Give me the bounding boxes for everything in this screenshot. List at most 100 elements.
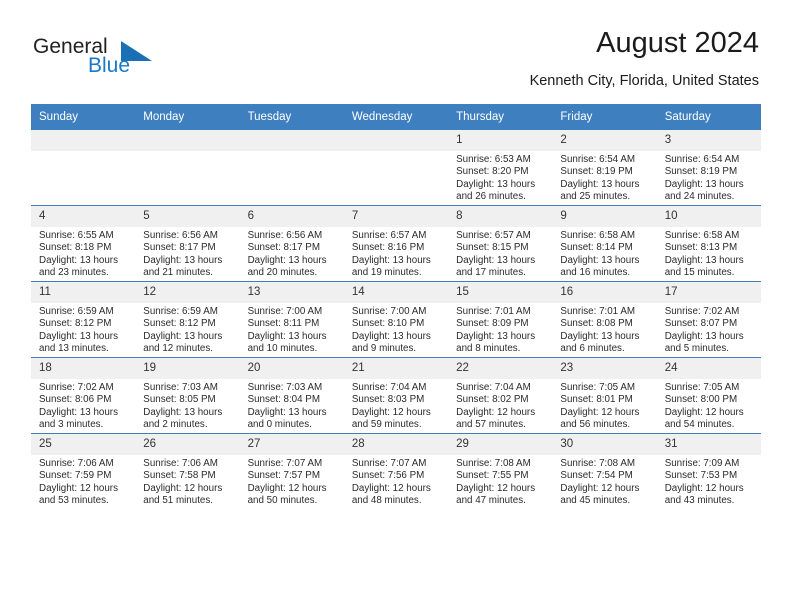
sunrise-text: Sunrise: 6:54 AM <box>664 154 740 165</box>
sunrise-text: Sunrise: 7:06 AM <box>143 458 218 469</box>
daylight-text-line1: Daylight: 13 hours <box>39 254 118 266</box>
calendar-day-cell[interactable]: 7 Sunrise: 6:57 AM Sunset: 8:16 PM Daylight… <box>343 205 449 282</box>
brand-logo[interactable]: General Blue <box>33 36 233 86</box>
daylight-text-line1: Daylight: 12 hours <box>247 482 327 494</box>
day-details: Sunrise: 6:58 AM Sunset: 8:13 PM Daylight:… <box>657 227 761 280</box>
daylight-text-line2: and 23 minutes. <box>39 267 109 279</box>
daylight-text-line1: Daylight: 12 hours <box>560 406 640 418</box>
calendar-day-cell[interactable]: 16 Sunrise: 7:01 AM Sunset: 8:08 PM Dayligh… <box>552 281 657 358</box>
daylight-text-line2: and 5 minutes. <box>664 343 729 355</box>
day-details: Sunrise: 7:08 AM Sunset: 7:54 PM Daylight:… <box>552 455 656 508</box>
calendar-day-cell[interactable]: 11 Sunrise: 6:59 AM Sunset: 8:12 PM Dayligh… <box>31 281 136 358</box>
day-number <box>135 130 240 151</box>
daylight-text-line1: Daylight: 13 hours <box>560 254 640 266</box>
calendar-cell-empty <box>343 129 449 206</box>
calendar-day-cell[interactable]: 5 Sunrise: 6:56 AM Sunset: 8:17 PM Daylight… <box>135 205 240 282</box>
day-number: 13 <box>239 282 344 303</box>
sunrise-text: Sunrise: 6:54 AM <box>560 154 636 165</box>
calendar-day-cell[interactable]: 4 Sunrise: 6:55 AM Sunset: 8:18 PM Daylight… <box>31 205 136 282</box>
daylight-text-line1: Daylight: 12 hours <box>456 482 536 494</box>
sunrise-text: Sunrise: 7:01 AM <box>560 306 636 317</box>
sunset-text: Sunset: 8:11 PM <box>247 318 320 330</box>
sunrise-text: Sunrise: 6:56 AM <box>247 230 323 241</box>
calendar-day-cell[interactable]: 30 Sunrise: 7:08 AM Sunset: 7:54 PM Dayligh… <box>552 433 657 509</box>
day-details: Sunrise: 7:00 AM Sunset: 8:10 PM Daylight:… <box>344 303 448 356</box>
calendar-week-row: 4 Sunrise: 6:55 AM Sunset: 8:18 PM Daylight… <box>31 205 761 282</box>
calendar-day-cell[interactable]: 9 Sunrise: 6:58 AM Sunset: 8:14 PM Daylight… <box>552 205 657 282</box>
day-details: Sunrise: 7:01 AM Sunset: 8:09 PM Daylight:… <box>448 303 552 356</box>
day-details: Sunrise: 6:55 AM Sunset: 8:18 PM Daylight:… <box>31 227 135 280</box>
day-details: Sunrise: 6:57 AM Sunset: 8:15 PM Daylight:… <box>448 227 552 280</box>
calendar-day-cell[interactable]: 17 Sunrise: 7:02 AM Sunset: 8:07 PM Dayligh… <box>656 281 761 358</box>
calendar-day-cell[interactable]: 24 Sunrise: 7:05 AM Sunset: 8:00 PM Dayligh… <box>656 357 761 434</box>
daylight-text-line2: and 12 minutes. <box>143 343 213 355</box>
sunset-text: Sunset: 8:14 PM <box>560 242 633 254</box>
calendar-day-cell[interactable]: 26 Sunrise: 7:06 AM Sunset: 7:58 PM Dayligh… <box>135 433 240 509</box>
calendar-day-cell[interactable]: 21 Sunrise: 7:04 AM Sunset: 8:03 PM Dayligh… <box>343 357 449 434</box>
sunrise-text: Sunrise: 6:58 AM <box>664 230 740 241</box>
daylight-text-line2: and 43 minutes. <box>664 495 735 507</box>
sunrise-text: Sunrise: 7:04 AM <box>456 382 531 393</box>
calendar-day-cell[interactable]: 18 Sunrise: 7:02 AM Sunset: 8:06 PM Dayligh… <box>31 357 136 434</box>
sunrise-text: Sunrise: 7:07 AM <box>351 458 427 469</box>
calendar-day-cell[interactable]: 3 Sunrise: 6:54 AM Sunset: 8:19 PM Daylight… <box>656 129 761 206</box>
daylight-text-line2: and 17 minutes. <box>456 267 526 279</box>
day-number: 7 <box>343 206 449 227</box>
sunset-text: Sunset: 8:04 PM <box>247 394 320 406</box>
daylight-text-line1: Daylight: 13 hours <box>351 254 431 266</box>
day-details: Sunrise: 7:04 AM Sunset: 8:03 PM Daylight:… <box>344 379 448 432</box>
daylight-text-line2: and 2 minutes. <box>143 419 208 431</box>
sunrise-text: Sunrise: 7:09 AM <box>664 458 740 469</box>
calendar-day-cell[interactable]: 1 Sunrise: 6:53 AM Sunset: 8:20 PM Daylight… <box>448 129 553 206</box>
daylight-text-line2: and 57 minutes. <box>456 419 526 431</box>
calendar-day-cell[interactable]: 19 Sunrise: 7:03 AM Sunset: 8:05 PM Dayligh… <box>135 357 240 434</box>
calendar-day-cell[interactable]: 14 Sunrise: 7:00 AM Sunset: 8:10 PM Dayligh… <box>343 281 449 358</box>
sunrise-text: Sunrise: 6:59 AM <box>143 306 218 317</box>
calendar-day-cell[interactable]: 2 Sunrise: 6:54 AM Sunset: 8:19 PM Daylight… <box>552 129 657 206</box>
calendar-day-cell[interactable]: 8 Sunrise: 6:57 AM Sunset: 8:15 PM Daylight… <box>448 205 553 282</box>
day-number <box>239 130 344 151</box>
weekday-header-wednesday: Wednesday <box>343 104 449 130</box>
daylight-text-line1: Daylight: 13 hours <box>664 330 744 342</box>
sunset-text: Sunset: 8:15 PM <box>456 242 529 254</box>
day-number: 31 <box>656 434 761 455</box>
weekday-header-friday: Friday <box>552 104 657 130</box>
sunset-text: Sunset: 7:54 PM <box>560 470 633 482</box>
calendar-day-cell[interactable]: 12 Sunrise: 6:59 AM Sunset: 8:12 PM Dayligh… <box>135 281 240 358</box>
daylight-text-line1: Daylight: 13 hours <box>560 330 640 342</box>
calendar-day-cell[interactable]: 15 Sunrise: 7:01 AM Sunset: 8:09 PM Dayligh… <box>448 281 553 358</box>
day-number: 20 <box>239 358 344 379</box>
daylight-text-line1: Daylight: 12 hours <box>351 406 431 418</box>
day-number: 18 <box>31 358 136 379</box>
daylight-text-line1: Daylight: 12 hours <box>664 482 744 494</box>
day-number: 30 <box>552 434 657 455</box>
daylight-text-line2: and 53 minutes. <box>39 495 109 507</box>
calendar-day-cell[interactable]: 23 Sunrise: 7:05 AM Sunset: 8:01 PM Dayligh… <box>552 357 657 434</box>
daylight-text-line2: and 9 minutes. <box>351 343 417 355</box>
day-details: Sunrise: 7:06 AM Sunset: 7:59 PM Daylight:… <box>31 455 135 508</box>
calendar-day-cell[interactable]: 28 Sunrise: 7:07 AM Sunset: 7:56 PM Dayligh… <box>343 433 449 509</box>
calendar-day-cell[interactable]: 25 Sunrise: 7:06 AM Sunset: 7:59 PM Dayligh… <box>31 433 136 509</box>
calendar-day-cell[interactable]: 13 Sunrise: 7:00 AM Sunset: 8:11 PM Dayligh… <box>239 281 344 358</box>
daylight-text-line1: Daylight: 13 hours <box>143 330 223 342</box>
calendar-day-cell[interactable]: 10 Sunrise: 6:58 AM Sunset: 8:13 PM Dayligh… <box>656 205 761 282</box>
daylight-text-line2: and 20 minutes. <box>247 267 318 279</box>
sunset-text: Sunset: 7:56 PM <box>351 470 425 482</box>
calendar-week-row: 11 Sunrise: 6:59 AM Sunset: 8:12 PM Dayligh… <box>31 281 761 358</box>
day-number: 4 <box>31 206 136 227</box>
calendar-day-cell[interactable]: 22 Sunrise: 7:04 AM Sunset: 8:02 PM Dayligh… <box>448 357 553 434</box>
calendar-day-cell[interactable]: 20 Sunrise: 7:03 AM Sunset: 8:04 PM Dayligh… <box>239 357 344 434</box>
sunset-text: Sunset: 7:57 PM <box>247 470 320 482</box>
calendar-day-cell[interactable]: 29 Sunrise: 7:08 AM Sunset: 7:55 PM Dayligh… <box>448 433 553 509</box>
calendar-day-cell[interactable]: 27 Sunrise: 7:07 AM Sunset: 7:57 PM Dayligh… <box>239 433 344 509</box>
sunset-text: Sunset: 8:12 PM <box>143 318 216 330</box>
daylight-text-line2: and 10 minutes. <box>247 343 318 355</box>
calendar-day-cell[interactable]: 6 Sunrise: 6:56 AM Sunset: 8:17 PM Daylight… <box>239 205 344 282</box>
sunset-text: Sunset: 7:53 PM <box>664 470 738 482</box>
day-details: Sunrise: 7:05 AM Sunset: 8:01 PM Daylight:… <box>552 379 656 432</box>
calendar-day-cell[interactable]: 31 Sunrise: 7:09 AM Sunset: 7:53 PM Dayligh… <box>656 433 761 509</box>
sunset-text: Sunset: 8:13 PM <box>664 242 738 254</box>
day-details: Sunrise: 6:56 AM Sunset: 8:17 PM Daylight:… <box>240 227 344 280</box>
sunrise-text: Sunrise: 7:08 AM <box>456 458 531 469</box>
daylight-text-line2: and 45 minutes. <box>560 495 631 507</box>
